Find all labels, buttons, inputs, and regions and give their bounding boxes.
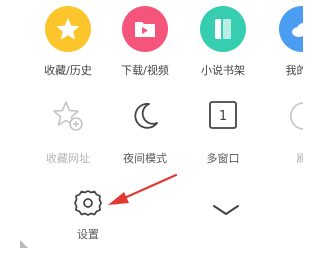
star-add-icon [53, 101, 83, 131]
multi-window-label: 多窗口 [206, 152, 240, 165]
browser-menu-panel: 收藏/历史 下载/视频 小说书架 我的白 [0, 0, 303, 257]
star-icon [56, 18, 80, 40]
novel-shelf-icon-circle [200, 6, 246, 52]
window-count-text: 1 [219, 109, 227, 124]
moon-icon [134, 103, 158, 129]
night-mode-label: 夜间模式 [123, 152, 167, 165]
downloads-icon-circle [122, 6, 168, 52]
refresh-icon [289, 102, 303, 130]
book-icon [215, 19, 231, 39]
chevron-down-icon [213, 205, 239, 215]
resize-corner-icon [20, 240, 28, 248]
downloads-video-label: 下载/视频 [121, 64, 169, 77]
folder-play-icon [135, 22, 155, 37]
window-count-icon: 1 [209, 101, 237, 129]
novel-shelf-label: 小说书架 [201, 64, 245, 77]
settings-label: 设置 [77, 228, 99, 241]
my-cloud-label: 我的白 [285, 64, 304, 77]
favorites-icon-circle [45, 6, 91, 52]
favorites-history-label: 收藏/历史 [44, 64, 92, 77]
bookmark-site-label: 收藏网址 [46, 152, 90, 165]
my-cloud-icon-circle [279, 6, 303, 52]
cloud-icon [292, 23, 303, 37]
refresh-label: 刷 [296, 152, 304, 165]
gear-icon [74, 190, 102, 216]
